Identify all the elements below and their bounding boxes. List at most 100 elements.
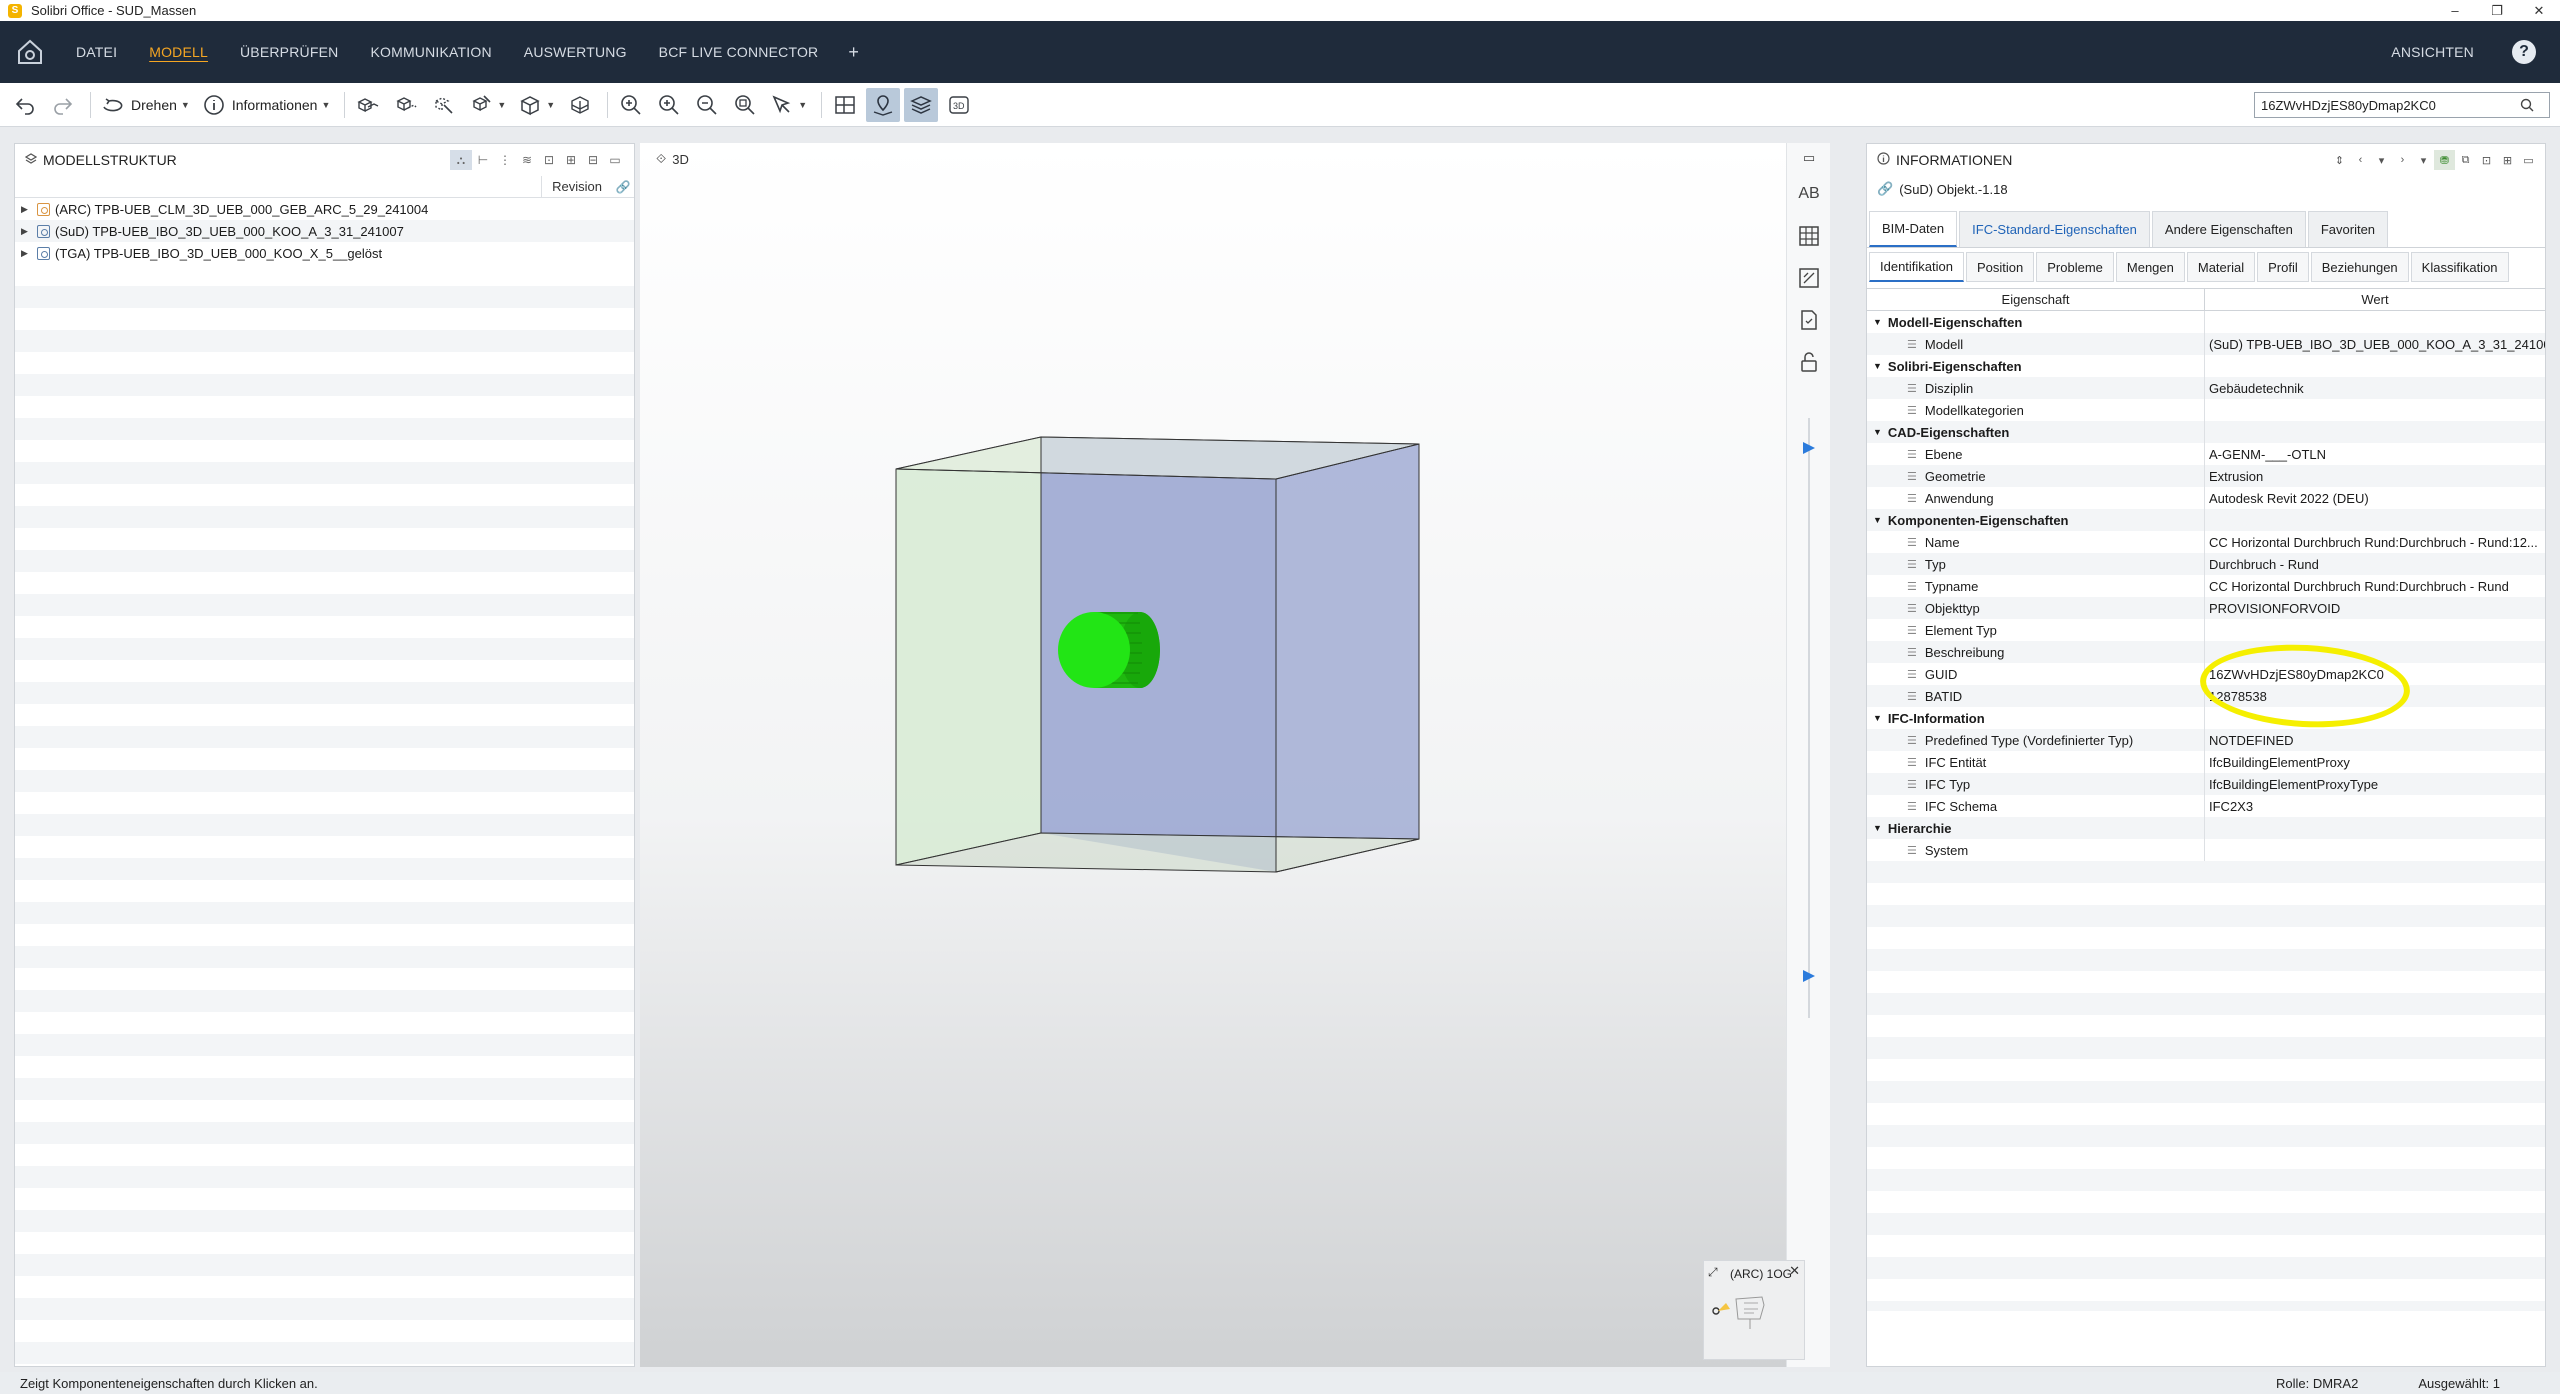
property-row[interactable]: ☰ Typname CC Horizontal Durchbruch Rund:Du…: [1867, 575, 2545, 597]
slide-button[interactable]: [1787, 299, 1831, 341]
property-row[interactable]: ☰ Predefined Type (Vordefinierter Typ) NOT…: [1867, 729, 2545, 751]
property-row[interactable]: ☰ Ebene A-GENM-___-OTLN: [1867, 443, 2545, 465]
tab-andere-eigenschaften[interactable]: Andere Eigenschaften: [2151, 211, 2306, 247]
3d-viewport[interactable]: ⟐ 3D ▭ AB ⤢ (ARC) 1OG ✕: [640, 143, 1830, 1367]
subtab-material[interactable]: Material: [2186, 252, 2256, 282]
menu-datei[interactable]: DATEI: [60, 21, 133, 83]
menu-kommunikation[interactable]: KOMMUNIKATION: [354, 21, 507, 83]
property-row[interactable]: ☰ Modellkategorien: [1867, 399, 2545, 421]
next-button[interactable]: ›: [2392, 150, 2413, 170]
view-cube-button[interactable]: ▼: [514, 88, 559, 122]
panel-menu-button[interactable]: ▭: [604, 150, 626, 170]
expand-arrow-icon[interactable]: ▶: [21, 248, 33, 259]
slider-thumb-bottom[interactable]: [1803, 970, 1815, 982]
property-group-row[interactable]: ▼ Solibri-Eigenschaften: [1867, 355, 2545, 377]
close-window-button[interactable]: ✕: [2518, 0, 2560, 21]
subtab-identifikation[interactable]: Identifikation: [1869, 252, 1964, 282]
settings-button[interactable]: ⊞: [2497, 150, 2518, 170]
property-row[interactable]: ☰ IFC Schema IFC2X3: [1867, 795, 2545, 817]
menu-modell[interactable]: MODELL: [133, 21, 224, 83]
property-row[interactable]: ☰ Modell (SuD) TPB-UEB_IBO_3D_UEB_000_KOO_…: [1867, 333, 2545, 355]
floor-minimap[interactable]: ⤢ (ARC) 1OG ✕: [1703, 1260, 1805, 1360]
property-row[interactable]: ☰ Typ Durchbruch - Rund: [1867, 553, 2545, 575]
collapse-arrow-icon[interactable]: ▼: [1873, 317, 1882, 327]
lock-model-button[interactable]: ⊡: [538, 150, 560, 170]
rotate-mode-button[interactable]: Drehen ▼: [97, 88, 194, 122]
subtab-probleme[interactable]: Probleme: [2036, 252, 2114, 282]
redo-button[interactable]: [46, 88, 80, 122]
property-group-row[interactable]: ▼ Modell-Eigenschaften: [1867, 311, 2545, 333]
info-mode-button[interactable]: Informationen ▼: [198, 88, 335, 122]
minimize-button[interactable]: –: [2434, 0, 2476, 21]
menu-auswertung[interactable]: AUSWERTUNG: [508, 21, 643, 83]
subtab-profil[interactable]: Profil: [2257, 252, 2309, 282]
layers-button[interactable]: [904, 87, 939, 122]
add-tab-button[interactable]: +: [834, 42, 873, 63]
column-value[interactable]: Wert: [2205, 289, 2545, 310]
next-dropdown-button[interactable]: ▾: [2413, 150, 2434, 170]
grid-button[interactable]: [1787, 215, 1831, 257]
panel-menu-button[interactable]: ▭: [2518, 150, 2539, 170]
property-row[interactable]: ☰ Name CC Horizontal Durchbruch Rund:Durch…: [1867, 531, 2545, 553]
slider-thumb-top[interactable]: [1803, 442, 1815, 454]
home-button[interactable]: [0, 21, 60, 83]
subtab-position[interactable]: Position: [1966, 252, 2035, 282]
collapse-arrow-icon[interactable]: ▼: [1873, 361, 1882, 371]
section-box-button[interactable]: [563, 88, 597, 122]
property-row[interactable]: ☰ IFC Typ IfcBuildingElementProxyType: [1867, 773, 2545, 795]
tree-option-button[interactable]: ⊢: [472, 150, 494, 170]
subtab-mengen[interactable]: Mengen: [2115, 252, 2185, 282]
copy-button[interactable]: ⧉: [2455, 150, 2476, 170]
collapse-arrow-icon[interactable]: ▼: [1873, 823, 1882, 833]
subtab-klassifikation[interactable]: Klassifikation: [2410, 252, 2509, 282]
zoom-selection-button[interactable]: [728, 88, 762, 122]
model-tree-row[interactable]: ▶ (TGA) TPB-UEB_IBO_3D_UEB_000_KOO_X_5__g…: [15, 242, 634, 264]
viewport-menu-button[interactable]: ▭: [1787, 143, 1831, 173]
filter-tree-button[interactable]: ≋: [516, 150, 538, 170]
menu-bcf-live-connector[interactable]: BCF LIVE CONNECTOR: [643, 21, 835, 83]
model-tree-row[interactable]: ▶ (SuD) TPB-UEB_IBO_3D_UEB_000_KOO_A_3_31…: [15, 220, 634, 242]
add-model-button[interactable]: ⊞: [560, 150, 582, 170]
search-input[interactable]: [2255, 97, 2515, 113]
select-components-button[interactable]: [351, 88, 385, 122]
property-group-row[interactable]: ▼ CAD-Eigenschaften: [1867, 421, 2545, 443]
remove-model-button[interactable]: ⊟: [582, 150, 604, 170]
export-button[interactable]: ⊡: [2476, 150, 2497, 170]
pick-mode-button[interactable]: ▼: [766, 88, 811, 122]
restore-button[interactable]: ❐: [2476, 0, 2518, 21]
search-button[interactable]: [2515, 98, 2539, 112]
collapse-arrow-icon[interactable]: ▼: [1873, 515, 1882, 525]
property-group-row[interactable]: ▼ Komponenten-Eigenschaften: [1867, 509, 2545, 531]
text-annotation-button[interactable]: AB: [1787, 173, 1831, 215]
property-row[interactable]: ☰ BATID 12878538: [1867, 685, 2545, 707]
property-row[interactable]: ☰ Objekttyp PROVISIONFORVOID: [1867, 597, 2545, 619]
model-tree-row[interactable]: ▶ (ARC) TPB-UEB_CLM_3D_UEB_000_GEB_ARC_5_…: [15, 198, 634, 220]
menu-ansichten[interactable]: ANSICHTEN: [2375, 21, 2490, 83]
undo-button[interactable]: [8, 88, 42, 122]
collapse-arrow-icon[interactable]: ▼: [1873, 713, 1882, 723]
selected-cylinder-element[interactable]: [1058, 612, 1160, 688]
property-group-row[interactable]: ▼ Hierarchie: [1867, 817, 2545, 839]
location-marker-button[interactable]: [866, 87, 901, 122]
measure-button[interactable]: [1787, 257, 1831, 299]
expand-arrow-icon[interactable]: ▶: [21, 204, 33, 215]
property-row[interactable]: ☰ GUID 16ZWvHDzjES80yDmap2KC0: [1867, 663, 2545, 685]
floor-plan-button[interactable]: [828, 88, 862, 122]
column-property[interactable]: Eigenschaft: [1867, 289, 2205, 310]
previous-button[interactable]: ‹: [2350, 150, 2371, 170]
zoom-in-button[interactable]: [652, 88, 686, 122]
tab-favoriten[interactable]: Favoriten: [2307, 211, 2389, 247]
property-row[interactable]: ☰ Anwendung Autodesk Revit 2022 (DEU): [1867, 487, 2545, 509]
help-button[interactable]: ?: [2512, 40, 2536, 64]
property-row[interactable]: ☰ IFC Entität IfcBuildingElementProxy: [1867, 751, 2545, 773]
revision-column[interactable]: Revision: [541, 175, 612, 198]
zoom-out-button[interactable]: [690, 88, 724, 122]
tab-ifc-standard-eigenschaften[interactable]: IFC-Standard-Eigenschaften: [1959, 211, 2150, 247]
property-row[interactable]: ☰ Disziplin Gebäudetechnik: [1867, 377, 2545, 399]
tab-bim-daten[interactable]: BIM-Daten: [1869, 211, 1958, 247]
hide-button[interactable]: [427, 88, 461, 122]
subtab-beziehungen[interactable]: Beziehungen: [2310, 252, 2409, 282]
link-icon[interactable]: 🔗: [612, 180, 634, 194]
collapse-arrow-icon[interactable]: ▼: [1873, 427, 1882, 437]
expand-arrow-icon[interactable]: ▶: [21, 226, 33, 237]
